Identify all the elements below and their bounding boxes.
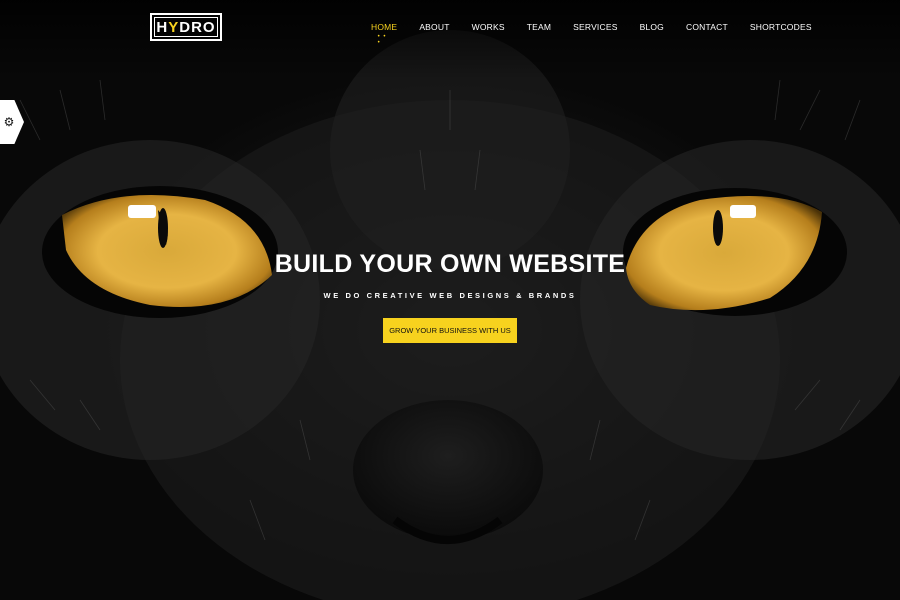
logo-text: HYDRO (156, 18, 216, 36)
hero-section (0, 0, 900, 600)
nav-item-shortcodes[interactable]: SHORTCODES (750, 22, 812, 32)
nav-item-works[interactable]: WORKS (472, 22, 505, 32)
nav-item-contact[interactable]: CONTACT (686, 22, 728, 32)
nav-item-home[interactable]: HOME • • • (371, 22, 397, 46)
nav-item-about[interactable]: ABOUT (419, 22, 449, 32)
nav-item-team[interactable]: TEAM (527, 22, 551, 32)
active-indicator-dots: • • • (377, 34, 387, 46)
grow-business-button[interactable]: GROW YOUR BUSINESS WITH US (383, 318, 517, 343)
nav-item-services[interactable]: SERVICES (573, 22, 617, 32)
main-nav: HOME • • • ABOUT WORKS TEAM SERVICES BLO… (371, 22, 834, 46)
gear-icon: ⚙ (3, 115, 15, 129)
hero-headline: BUILD YOUR OWN WEBSITE (274, 250, 626, 278)
black-cat-background-image (0, 0, 900, 600)
hero-subline: WE DO CREATIVE WEB DESIGNS & BRANDS (323, 291, 577, 300)
nav-item-blog[interactable]: BLOG (640, 22, 664, 32)
logo[interactable]: HYDRO (150, 13, 222, 41)
